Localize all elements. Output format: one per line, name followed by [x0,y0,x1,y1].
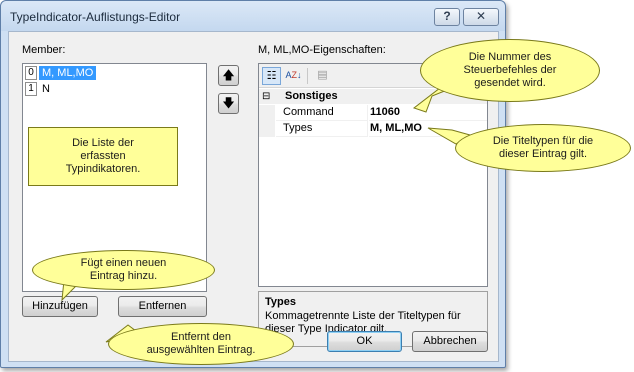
types-callout-text: Die Titeltypen für die dieser Eintrag gi… [492,135,594,160]
list-callout-text: Die Liste der erfassten Typindikatoren. [65,137,141,175]
command-callout: Die Nummer des Steuerbefehles der gesend… [420,39,600,102]
remove-callout: Entfernt den ausgewählten Eintrag. [108,323,294,365]
command-callout-text: Die Nummer des Steuerbefehles der gesend… [463,51,557,89]
types-callout: Die Titeltypen für die dieser Eintrag gi… [455,124,631,172]
list-callout: Die Liste der erfassten Typindikatoren. [28,127,178,186]
add-callout: Fügt einen neuen Eintrag hinzu. [32,250,215,290]
add-callout-text: Fügt einen neuen Eintrag hinzu. [80,257,167,282]
remove-callout-text: Entfernt den ausgewählten Eintrag. [146,331,256,356]
